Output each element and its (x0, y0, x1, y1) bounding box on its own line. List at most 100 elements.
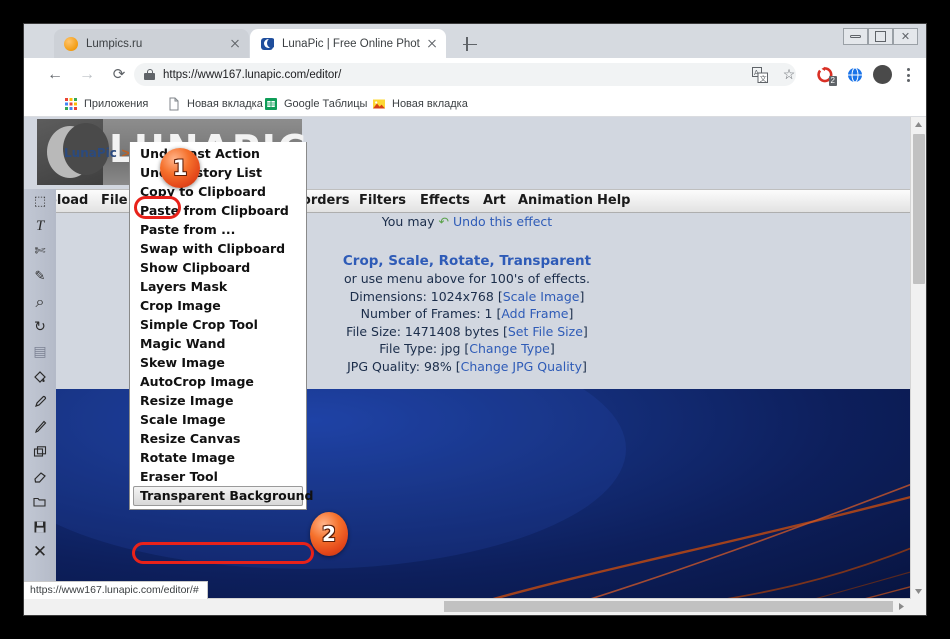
vertical-scrollbar[interactable] (910, 117, 926, 615)
browser-toolbar: ← → ⟳ https://www167.lunapic.com/editor/… (24, 58, 926, 91)
close-x-icon[interactable]: ✕ (24, 539, 56, 564)
reload-icon[interactable]: ⟳ (109, 65, 129, 85)
tab-close-icon[interactable] (227, 36, 243, 52)
tab-title: Lumpics.ru (86, 38, 223, 50)
open-folder-icon[interactable] (24, 489, 56, 514)
bookmark-new-tab-1[interactable]: Новая вкладка (167, 94, 263, 113)
menu-item-resize-canvas[interactable]: Resize Canvas (130, 429, 306, 448)
menu-art[interactable]: Art (476, 191, 513, 211)
menu-item-undo-history-list[interactable]: Undo History List (130, 163, 306, 182)
set-file-size-link[interactable]: Set File Size (508, 324, 583, 339)
lock-icon (144, 69, 155, 80)
extension-icon-adblock[interactable]: 2 (816, 66, 834, 84)
extension-icon-globe[interactable] (846, 66, 864, 84)
menu-item-skew-image[interactable]: Skew Image (130, 353, 306, 372)
window-maximize-button[interactable] (868, 28, 893, 45)
dimensions-label: Dimensions: 1024x768 (350, 289, 494, 304)
address-bar[interactable]: https://www167.lunapic.com/editor/ (134, 63, 796, 86)
breadcrumb: LunaPic > (64, 146, 131, 160)
quality-label: JPG Quality: 98% (347, 359, 452, 374)
menu-item-undo-last-action[interactable]: Undo Last Action (130, 144, 306, 163)
menu-item-swap-with-clipboard[interactable]: Swap with Clipboard (130, 239, 306, 258)
gradient-icon[interactable]: ▤ (24, 339, 56, 364)
frames-label: Number of Frames: 1 (361, 306, 493, 321)
scissors-icon[interactable]: ✄ (24, 239, 56, 264)
bookmark-apps[interactable]: Приложения (64, 94, 148, 113)
save-disk-icon[interactable] (24, 514, 56, 539)
bookmark-star-icon[interactable]: ☆ (780, 65, 798, 83)
browser-tab-lunapic[interactable]: LunaPic | Free Online Photo Edito (250, 29, 446, 58)
annotation-ring-transparent-background (132, 542, 314, 564)
pen-tool-icon[interactable]: ✎ (24, 264, 56, 289)
scrollbar-corner (911, 599, 926, 615)
kebab-menu-icon[interactable] (900, 65, 916, 84)
paint-bucket-icon[interactable] (24, 364, 56, 389)
menu-effects[interactable]: Effects (413, 191, 477, 211)
tab-close-icon[interactable] (424, 36, 440, 52)
menu-animation[interactable]: Animation (511, 191, 600, 211)
vertical-scrollbar-thumb[interactable] (913, 134, 925, 284)
scale-image-link[interactable]: Scale Image (503, 289, 580, 304)
screenshot-root: Lumpics.ru LunaPic | Free Online Photo E… (0, 0, 950, 639)
marquee-select-icon[interactable]: ⬚ (24, 189, 56, 214)
menu-item-resize-image[interactable]: Resize Image (130, 391, 306, 410)
menu-help[interactable]: Help (590, 191, 637, 211)
menu-item-transparent-background[interactable]: Transparent Background (133, 486, 303, 506)
forward-icon[interactable]: → (77, 65, 97, 85)
menu-item-eraser-tool[interactable]: Eraser Tool (130, 467, 306, 486)
window-close-button[interactable]: ✕ (893, 28, 918, 45)
breadcrumb-root[interactable]: LunaPic (64, 146, 117, 160)
bookmark-new-tab-2[interactable]: Новая вкладка (372, 94, 468, 113)
annotation-marker-1: 1 (160, 148, 200, 188)
close-icon: ✕ (901, 30, 910, 43)
menu-item-rotate-image[interactable]: Rotate Image (130, 448, 306, 467)
lunapic-page: LUNAPIC Upload File Edit Adjust Draw Bor… (24, 117, 910, 599)
rotate-icon[interactable]: ↻ (24, 314, 56, 339)
text-tool-icon[interactable]: T (24, 214, 56, 239)
scroll-up-icon[interactable] (911, 117, 926, 132)
filesize-label: File Size: 1471408 bytes (346, 324, 499, 339)
browser-window: Lumpics.ru LunaPic | Free Online Photo E… (23, 23, 927, 616)
change-jpg-quality-link[interactable]: Change JPG Quality (461, 359, 582, 374)
status-bar-url: https://www167.lunapic.com/editor/# (24, 581, 208, 599)
sheets-icon (264, 97, 278, 111)
add-frame-link[interactable]: Add Frame (501, 306, 568, 321)
bookmark-google-sheets[interactable]: Google Таблицы (264, 94, 367, 113)
menu-item-crop-image[interactable]: Crop Image (130, 296, 306, 315)
menu-item-paste-from[interactable]: Paste from ... (130, 220, 306, 239)
browser-tab-lumpics[interactable]: Lumpics.ru (54, 29, 249, 58)
horizontal-scrollbar[interactable] (24, 598, 911, 615)
bookmark-label: Приложения (84, 98, 148, 110)
page-icon (167, 97, 181, 111)
tab-title: LunaPic | Free Online Photo Edito (282, 38, 420, 50)
scroll-right-icon[interactable] (894, 599, 909, 614)
menu-item-scale-image[interactable]: Scale Image (130, 410, 306, 429)
menu-item-autocrop-image[interactable]: AutoCrop Image (130, 372, 306, 391)
image-icon (372, 97, 386, 111)
menu-item-show-clipboard[interactable]: Show Clipboard (130, 258, 306, 277)
tool-rail: ⬚ T ✄ ✎ ⌕ ↻ ▤ (24, 189, 56, 599)
magnifier-icon[interactable]: ⌕ (24, 289, 56, 314)
eyedropper-icon[interactable] (24, 389, 56, 414)
menu-item-magic-wand[interactable]: Magic Wand (130, 334, 306, 353)
menu-item-simple-crop-tool[interactable]: Simple Crop Tool (130, 315, 306, 334)
scroll-down-icon[interactable] (911, 584, 926, 599)
eraser-icon[interactable] (24, 464, 56, 489)
horizontal-scrollbar-thumb[interactable] (444, 601, 893, 612)
brush-icon[interactable] (24, 414, 56, 439)
undo-arrow-icon: ↶ (439, 214, 449, 229)
menu-filters[interactable]: Filters (352, 191, 413, 211)
window-minimize-button[interactable] (843, 28, 868, 45)
bookmark-label: Новая вкладка (187, 98, 263, 110)
back-icon[interactable]: ← (45, 65, 65, 85)
layers-icon[interactable] (24, 439, 56, 464)
new-tab-button[interactable] (460, 34, 480, 54)
tab-strip: Lumpics.ru LunaPic | Free Online Photo E… (24, 24, 926, 58)
svg-text:文: 文 (760, 74, 767, 83)
menu-item-layers-mask[interactable]: Layers Mask (130, 277, 306, 296)
translate-icon[interactable]: A 文 (752, 67, 768, 83)
undo-this-effect-link[interactable]: Undo this effect (453, 214, 552, 229)
avatar[interactable] (873, 65, 892, 84)
change-type-link[interactable]: Change Type (469, 341, 550, 356)
favicon-lumpics-icon (64, 37, 78, 51)
